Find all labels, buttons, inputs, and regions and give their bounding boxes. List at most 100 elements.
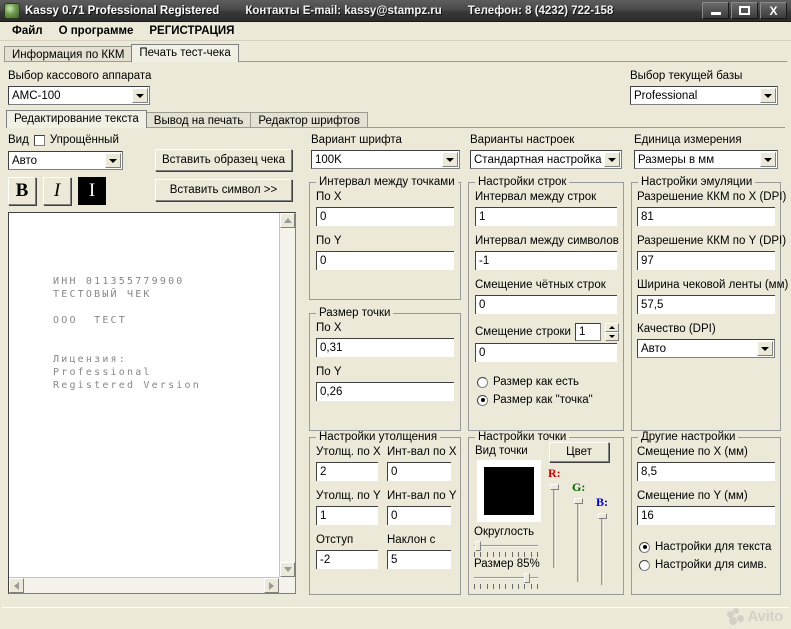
bold-button[interactable]: B <box>8 177 36 205</box>
settings-for-text-radio-row[interactable]: Настройки для текста <box>639 541 771 553</box>
dot-size-group: Размер точки По X 0,31 По Y 0,26 <box>309 307 461 431</box>
scroll-left-button[interactable] <box>9 578 24 593</box>
size-as-is-label: Размер как есть <box>493 376 580 388</box>
device-select-chevron-down-icon[interactable] <box>132 88 148 103</box>
invert-button[interactable]: I <box>78 177 106 205</box>
char-interval-input[interactable]: -1 <box>475 251 617 270</box>
interval-y-input[interactable]: 0 <box>387 506 451 525</box>
settings-for-text-radio[interactable] <box>639 541 650 553</box>
menu-item-file[interactable]: Файл <box>4 23 51 39</box>
device-select-combobox[interactable]: АМС-100 <box>8 86 150 105</box>
dot-interval-x-input[interactable]: 0 <box>316 207 454 226</box>
scroll-down-button[interactable] <box>280 562 295 577</box>
simplified-checkbox[interactable] <box>33 134 45 146</box>
sub-tab-strip: Редактирование текста Вывод на печать Ре… <box>6 110 646 128</box>
thick-x-input[interactable]: 2 <box>316 462 378 481</box>
green-slider-thumb[interactable] <box>574 498 583 504</box>
dpi-y-input[interactable]: 97 <box>637 251 775 270</box>
insert-symbol-button[interactable]: Вставить символ >> <box>155 179 292 201</box>
green-slider-track[interactable] <box>577 498 580 582</box>
tab-test-receipt[interactable]: Печать тест-чека <box>131 44 239 62</box>
settings-variant-chevron-down-icon[interactable] <box>604 152 620 167</box>
preview-horizontal-scrollbar[interactable] <box>9 577 279 593</box>
red-slider-thumb[interactable] <box>550 484 559 490</box>
size-as-dot-radio-row[interactable]: Размер как "точка" <box>477 394 593 406</box>
dot-size-y-input[interactable]: 0,26 <box>316 382 454 401</box>
receipt-preview-text: ИНН 011355779900 ТЕСТОВЫЙ ЧЕК ООО ТЕСТ Л… <box>53 276 201 391</box>
settings-for-symbol-radio-row[interactable]: Настройки для симв. <box>639 559 767 571</box>
close-button[interactable]: X <box>760 2 787 19</box>
red-slider-track[interactable] <box>553 484 556 568</box>
green-channel-label: G: <box>572 480 586 494</box>
tab-kkm-info[interactable]: Информация по ККМ <box>4 46 133 62</box>
database-select-chevron-down-icon[interactable] <box>760 88 776 103</box>
line-offset-spinner[interactable] <box>604 323 619 341</box>
font-variant-chevron-down-icon[interactable] <box>442 152 458 167</box>
size-as-dot-radio[interactable] <box>477 394 488 406</box>
roundness-slider-ticks <box>474 552 538 557</box>
line-interval-input[interactable]: 1 <box>475 207 617 226</box>
receipt-preview-panel[interactable]: ИНН 011355779900 ТЕСТОВЫЙ ЧЕК ООО ТЕСТ Л… <box>8 212 296 594</box>
dot-color-preview <box>477 460 541 522</box>
settings-for-symbol-radio[interactable] <box>639 559 650 571</box>
spinner-up-icon[interactable] <box>604 323 619 332</box>
indent-input[interactable]: -2 <box>316 550 378 569</box>
device-select-label: Выбор кассового аппарата <box>8 70 152 82</box>
thickening-title: Настройки утолщения <box>316 431 441 443</box>
dot-interval-group: Интервал между точками По X 0 По Y 0 <box>309 176 461 300</box>
interval-x-input[interactable]: 0 <box>387 462 451 481</box>
minimize-button[interactable] <box>702 2 729 19</box>
interval-x-label: Инт-вал по X <box>387 446 457 458</box>
tab-text-editing[interactable]: Редактирование текста <box>6 110 147 128</box>
dot-interval-y-label: По Y <box>316 235 342 247</box>
tab-font-editor[interactable]: Редактор шрифтов <box>250 112 368 128</box>
unit-combobox[interactable]: Размеры в мм <box>634 150 778 169</box>
preview-vertical-scrollbar[interactable] <box>279 213 295 577</box>
menu-item-registration[interactable]: РЕГИСТРАЦИЯ <box>141 23 242 39</box>
blue-slider-thumb[interactable] <box>598 513 607 519</box>
maximize-button[interactable] <box>731 2 758 19</box>
even-line-offset-input[interactable]: 0 <box>475 295 617 314</box>
database-select-combobox[interactable]: Professional <box>630 86 778 105</box>
dot-size-slider[interactable] <box>474 573 538 590</box>
view-mode-chevron-down-icon[interactable] <box>105 153 121 168</box>
dpi-y-label: Разрешение ККМ по Y (DPI) <box>637 235 787 247</box>
slant-input[interactable]: 5 <box>387 550 451 569</box>
roundness-slider[interactable] <box>474 541 538 558</box>
blue-slider-track[interactable] <box>601 513 604 585</box>
dot-size-slider-thumb[interactable] <box>524 573 530 583</box>
line-offset-spin-input[interactable]: 1 <box>574 323 601 341</box>
scroll-up-button[interactable] <box>280 213 295 228</box>
size-as-is-radio[interactable] <box>477 376 488 388</box>
other-settings-group: Другие настройки Смещение по X (мм) 8,5 … <box>631 431 781 595</box>
contact-phone-text: Телефон: 8 (4232) 722-158 <box>467 4 614 17</box>
dot-size-x-input[interactable]: 0,31 <box>316 338 454 357</box>
indent-label: Отступ <box>316 534 354 546</box>
quality-chevron-down-icon[interactable] <box>757 341 773 356</box>
spinner-down-icon[interactable] <box>604 332 619 341</box>
dot-interval-y-input[interactable]: 0 <box>316 251 454 270</box>
view-mode-combobox[interactable]: Авто <box>8 151 123 170</box>
tab-print-output[interactable]: Вывод на печать <box>145 112 252 128</box>
italic-button[interactable]: I <box>43 177 71 205</box>
tab-page-top-border <box>4 61 787 62</box>
dpi-x-input[interactable]: 81 <box>637 207 775 226</box>
font-variant-combobox[interactable]: 100K <box>311 150 460 169</box>
quality-combobox[interactable]: Авто <box>637 339 775 358</box>
menu-bar: Файл О программе РЕГИСТРАЦИЯ <box>0 22 791 41</box>
settings-variant-label: Варианты настроек <box>470 134 575 146</box>
color-button[interactable]: Цвет <box>549 442 609 462</box>
char-interval-label: Интервал между символов <box>475 235 619 247</box>
offset-y-input[interactable]: 16 <box>637 506 775 525</box>
offset-x-input[interactable]: 8,5 <box>637 462 775 481</box>
scroll-right-button[interactable] <box>264 578 279 593</box>
thick-y-input[interactable]: 1 <box>316 506 378 525</box>
roundness-slider-thumb[interactable] <box>475 541 481 551</box>
settings-variant-combobox[interactable]: Стандартная настройка <box>470 150 622 169</box>
size-as-is-radio-row[interactable]: Размер как есть <box>477 376 579 388</box>
tape-width-input[interactable]: 57,5 <box>637 295 775 314</box>
insert-sample-receipt-button[interactable]: Вставить образец чека <box>155 149 292 171</box>
line-offset-input[interactable]: 0 <box>475 343 617 362</box>
menu-item-about[interactable]: О программе <box>51 23 142 39</box>
unit-chevron-down-icon[interactable] <box>760 152 776 167</box>
